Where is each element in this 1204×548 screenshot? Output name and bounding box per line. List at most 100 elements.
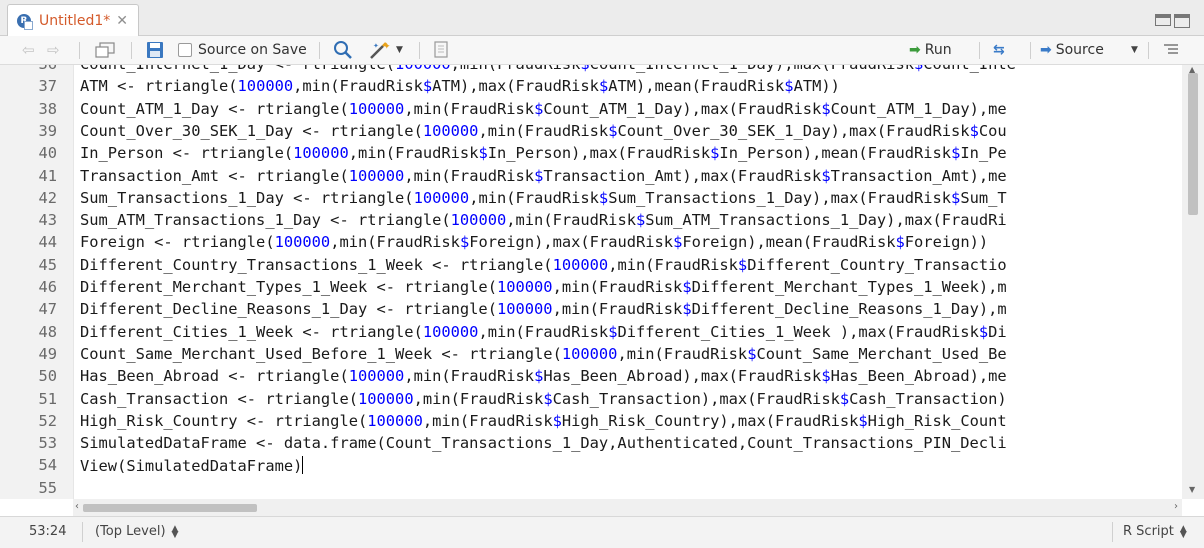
source-arrow-icon: ➡ [1040,42,1052,58]
arrow-left-icon: ⇦ [22,41,35,59]
line-number: 48 [38,322,57,341]
code-line[interactable]: High_Risk_Country <- rtriangle(100000,mi… [80,412,1007,430]
line-number: 52 [38,411,57,430]
line-number: 38 [38,99,57,118]
source-on-save-label: Source on Save [198,42,307,58]
search-icon [334,41,352,59]
window-controls [1155,14,1190,28]
code-line[interactable]: Count_ATM_1_Day <- rtriangle(100000,min(… [80,100,1007,118]
line-number: 36 [38,65,57,73]
line-number: 44 [38,233,57,252]
scroll-left-icon[interactable]: ‹ [75,501,79,512]
code-line[interactable]: Transaction_Amt <- rtriangle(100000,min(… [80,167,1007,185]
line-number: 42 [38,188,57,207]
code-line[interactable]: Sum_Transactions_1_Day <- rtriangle(1000… [80,189,1007,207]
text-cursor [302,456,304,475]
code-line[interactable]: Different_Cities_1_Week <- rtriangle(100… [80,323,1007,341]
close-icon[interactable]: ✕ [116,13,128,29]
code-line[interactable]: Different_Merchant_Types_1_Week <- rtria… [80,278,1007,296]
up-down-chevron-icon: ▲ ▼ [1179,523,1187,540]
toolbar-divider [79,42,80,59]
code-area[interactable]: Count_Internet_1_Day <- rtriangle(100000… [80,65,1182,499]
minimize-pane-icon[interactable] [1155,14,1171,26]
line-number: 39 [38,121,57,140]
chevron-down-icon: ▼ [1131,45,1138,55]
horizontal-scroll-thumb[interactable] [83,504,257,512]
document-outline-icon [434,41,448,58]
horizontal-scrollbar[interactable]: ‹ › [73,499,1182,516]
line-number: 54 [38,456,57,475]
status-bar: 53:24 (Top Level) ▲ ▼ R Script ▲ ▼ [0,516,1204,548]
rerun-button[interactable]: ⇆ [993,36,1005,64]
code-line[interactable]: Different_Country_Transactions_1_Week <-… [80,256,1007,274]
code-line[interactable]: View(SimulatedDataFrame) [80,456,304,475]
document-outline-button[interactable] [1162,36,1180,64]
run-label: Run [924,42,952,58]
toolbar-divider [979,42,980,59]
code-line[interactable]: Has_Been_Abroad <- rtriangle(100000,min(… [80,367,1007,385]
status-divider [82,522,83,542]
chevron-down-icon: ▼ [396,45,403,55]
maximize-pane-icon[interactable] [1174,14,1190,28]
code-tools-menu[interactable]: ✦ ✦ ▼ [368,36,403,64]
cursor-position-text: 53:24 [29,524,67,539]
popout-window-icon [95,42,115,58]
save-button[interactable] [146,36,164,64]
cursor-position: 53:24 [29,524,66,539]
vertical-scroll-thumb[interactable] [1188,73,1198,215]
vertical-scrollbar[interactable]: ▲ ▼ [1182,65,1204,499]
toolbar-divider [319,42,320,59]
line-number: 51 [38,389,57,408]
scroll-right-icon[interactable]: › [1174,501,1178,512]
toolbar-divider [131,42,132,59]
arrow-right-icon: ⇨ [47,41,60,59]
scope-selector[interactable]: (Top Level) ▲ ▼ [95,524,178,539]
source-button[interactable]: ➡ Source [1040,36,1104,64]
show-in-new-window-button[interactable] [95,36,115,64]
line-number: 37 [38,77,57,96]
code-line[interactable]: Cash_Transaction <- rtriangle(100000,min… [80,390,1007,408]
editor-tab-bar: R Untitled1* ✕ [0,0,1204,36]
line-number: 46 [38,278,57,296]
code-line[interactable]: Different_Decline_Reasons_1_Day <- rtria… [80,300,1007,318]
back-button[interactable]: ⇦ [22,36,35,64]
toolbar-divider [1030,42,1031,59]
line-number: 49 [38,344,57,363]
code-line[interactable]: Count_Same_Merchant_Used_Before_1_Week <… [80,345,1007,363]
line-number: 55 [38,478,57,497]
run-button[interactable]: ➡ Run [909,36,952,64]
line-number: 53 [38,434,57,453]
code-line[interactable]: Count_Internet_1_Day <- rtriangle(100000… [80,65,1016,73]
rerun-arrows-icon: ⇆ [993,42,1005,58]
line-number: 50 [38,367,57,386]
code-editor[interactable]: 36 37 38 39 40 41 42 43 44 45 46 47 48 49 50 51 52 53 54 55… [0,65,1204,499]
line-number: 43 [38,211,57,230]
r-file-icon: R [17,13,33,30]
source-on-save-checkbox[interactable] [178,43,192,57]
svg-text:✦: ✦ [383,42,391,52]
forward-button[interactable]: ⇨ [47,36,60,64]
line-number: 41 [38,166,57,185]
compile-report-button[interactable] [433,36,449,64]
code-line[interactable]: Foreign <- rtriangle(100000,min(FraudRis… [80,233,988,251]
file-type-selector[interactable]: R Script ▲ ▼ [1123,524,1187,539]
code-line[interactable]: SimulatedDataFrame <- data.frame(Count_T… [80,434,1007,452]
up-down-chevron-icon: ▲ ▼ [171,523,179,540]
magic-wand-icon: ✦✦ [370,42,391,59]
scope-text: (Top Level) [95,524,166,539]
floppy-disk-icon [147,42,163,58]
scroll-down-icon[interactable]: ▼ [1189,485,1195,494]
source-on-save-toggle[interactable]: Source on Save [178,36,307,64]
line-number: 45 [38,255,57,274]
source-label: Source [1055,42,1104,58]
tab-untitled1[interactable]: R Untitled1* ✕ [7,4,139,36]
line-number: 40 [38,144,57,163]
code-line[interactable]: Sum_ATM_Transactions_1_Day <- rtriangle(… [80,211,1007,229]
source-options-dropdown[interactable]: ▼ [1131,36,1138,64]
code-line[interactable]: In_Person <- rtriangle(100000,min(FraudR… [80,144,1007,162]
file-type-text: R Script [1123,524,1174,539]
code-line[interactable]: ATM <- rtriangle(100000,min(FraudRisk$AT… [80,77,840,95]
find-replace-button[interactable] [333,36,353,64]
code-line[interactable]: Count_Over_30_SEK_1_Day <- rtriangle(100… [80,122,1007,140]
svg-text:✦: ✦ [373,42,379,50]
